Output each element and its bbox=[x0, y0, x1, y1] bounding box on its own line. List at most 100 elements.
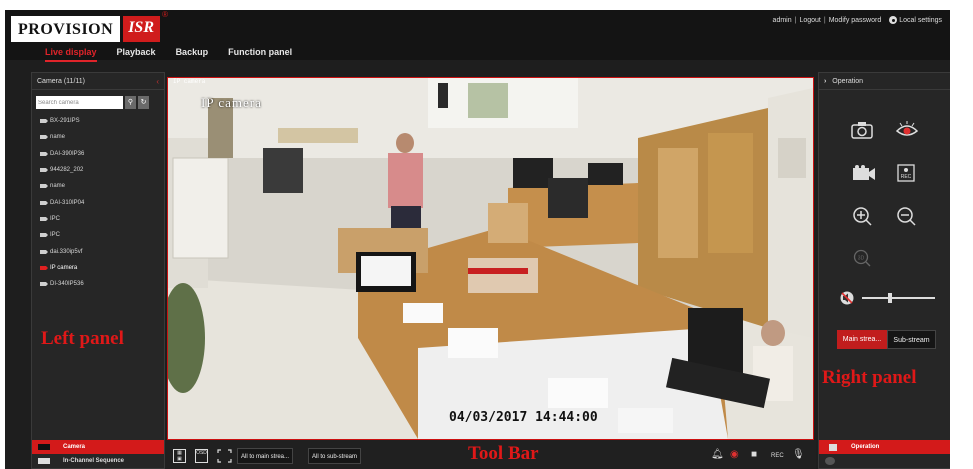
operation-panel-header: › Operation bbox=[819, 73, 950, 90]
mute-speaker-icon[interactable] bbox=[840, 291, 854, 305]
nav-playback[interactable]: Playback bbox=[117, 47, 156, 62]
record-icon[interactable]: REC bbox=[897, 164, 915, 182]
bell-icon[interactable]: 🔔︎ bbox=[711, 449, 724, 460]
osd-icon-label: OSD bbox=[196, 450, 207, 456]
logo-isr-text: ISR bbox=[123, 16, 160, 42]
camera-name: IPC bbox=[50, 215, 61, 222]
camera-list-item[interactable]: DAI-310IP04 bbox=[40, 194, 160, 210]
right-panel: › Operation REC 3D Main strea... Sub-str… bbox=[818, 72, 950, 469]
preset-icon[interactable] bbox=[825, 457, 835, 465]
live-video-view[interactable]: IP camera IP camera 04/03/2017 14:44:00 bbox=[167, 77, 814, 440]
camera-search-input[interactable] bbox=[36, 96, 123, 109]
camera-list: BX-291IPS name DAI-390IP36 944282_202 name DA… bbox=[40, 113, 160, 292]
fullscreen-icon[interactable] bbox=[217, 449, 232, 463]
nav-live-display[interactable]: Live display bbox=[45, 47, 97, 62]
camera-list-item[interactable]: IP camera bbox=[40, 260, 160, 276]
svg-text:3D: 3D bbox=[858, 256, 865, 262]
video-camera-icon[interactable] bbox=[852, 165, 876, 181]
camera-panel-title: Camera (11/11) bbox=[37, 78, 85, 85]
brand-logo: PROVISION ISR ® bbox=[11, 10, 168, 42]
camera-list-item[interactable]: IPC bbox=[40, 227, 160, 243]
osd-channel-name-small: IP camera bbox=[173, 78, 206, 85]
separator: | bbox=[794, 16, 797, 24]
camera-list-item[interactable]: 944282_202 bbox=[40, 162, 160, 178]
camera-name: IPC bbox=[50, 232, 61, 239]
osd-toggle-icon[interactable]: OSD bbox=[195, 449, 208, 463]
camera-list-item[interactable]: dai.330ip5vf bbox=[40, 243, 160, 259]
camera-icon bbox=[40, 282, 48, 287]
camera-panel-header: Camera (11/11) ‹ bbox=[32, 73, 164, 90]
collapse-icon[interactable]: ‹ bbox=[156, 73, 159, 90]
camera-icon bbox=[40, 135, 48, 140]
modify-password-link[interactable]: Modify password bbox=[829, 17, 882, 24]
local-settings-link[interactable]: Local settings bbox=[899, 17, 942, 24]
separator: | bbox=[823, 16, 826, 24]
all-to-sub-stream-button[interactable]: All to sub-stream bbox=[308, 448, 362, 464]
microphone-icon[interactable]: 🎙︎ bbox=[792, 449, 805, 460]
main-stream-button[interactable]: Main strea... bbox=[837, 330, 887, 349]
operation-icon bbox=[829, 443, 837, 451]
sequence-icon bbox=[38, 458, 50, 464]
osd-channel-name: IP camera bbox=[201, 95, 262, 110]
camera-list-item[interactable]: BX-291IPS bbox=[40, 113, 160, 129]
refresh-icon[interactable]: ↻ bbox=[138, 96, 149, 109]
user-links: admin | Logout | Modify password Local s… bbox=[773, 16, 942, 24]
nav-backup[interactable]: Backup bbox=[176, 47, 209, 62]
chevron-right-icon[interactable]: › bbox=[824, 78, 826, 85]
camera-icon bbox=[40, 151, 48, 156]
operation-panel-title: Operation bbox=[832, 78, 864, 85]
camera-list-item[interactable]: name bbox=[40, 178, 160, 194]
svg-text:REC: REC bbox=[901, 174, 912, 180]
logout-link[interactable]: Logout bbox=[799, 17, 820, 24]
camera-name: name bbox=[50, 183, 66, 190]
separator bbox=[884, 17, 886, 24]
left-panel-annotation: Left panel bbox=[41, 328, 124, 349]
gear-icon bbox=[889, 16, 898, 24]
camera-list-item[interactable]: DI-340IP536 bbox=[40, 276, 160, 292]
camera-list-item[interactable]: IPC bbox=[40, 211, 160, 227]
zoom-out-icon[interactable] bbox=[896, 206, 916, 226]
header-bar: PROVISION ISR ® Live display Playback Ba… bbox=[5, 10, 950, 62]
tab-camera[interactable]: Camera bbox=[32, 440, 164, 454]
layout-grid-icon[interactable]: ▦ ▣ bbox=[173, 449, 186, 463]
tab-operation[interactable]: Operation bbox=[819, 440, 950, 454]
eye-alert-icon[interactable] bbox=[895, 121, 919, 139]
app-window: PROVISION ISR ® Live display Playback Ba… bbox=[5, 10, 950, 469]
toolbar-annotation: Tool Bar bbox=[468, 443, 539, 464]
camera-name: 944282_202 bbox=[50, 167, 84, 174]
camera-icon bbox=[40, 119, 48, 124]
all-to-main-stream-button[interactable]: All to main strea... bbox=[237, 448, 294, 464]
search-icon[interactable]: ⚲ bbox=[125, 96, 136, 109]
camera-icon bbox=[40, 249, 48, 254]
camera-name: DI-340IP536 bbox=[50, 281, 84, 288]
camera-icon bbox=[40, 200, 48, 205]
current-user: admin bbox=[772, 16, 792, 24]
snapshot-icon[interactable] bbox=[851, 121, 873, 139]
camera-icon bbox=[40, 184, 48, 189]
volume-slider-thumb[interactable] bbox=[887, 293, 892, 303]
main-nav: Live display Playback Backup Function pa… bbox=[45, 47, 312, 62]
camera-list-item[interactable]: DAI-390IP36 bbox=[40, 146, 160, 162]
tab-camera-label: Camera bbox=[63, 444, 86, 450]
camera-name: IP camera bbox=[50, 264, 78, 271]
tab-in-channel-sequence[interactable]: In-Channel Sequence bbox=[32, 454, 164, 468]
video-camera-icon[interactable]: ■ bbox=[751, 449, 757, 460]
eye-icon[interactable]: ◉ bbox=[730, 449, 739, 460]
tab-operation-label: Operation bbox=[851, 444, 880, 450]
camera-name: DAI-310IP04 bbox=[50, 199, 85, 206]
camera-search-row: ⚲ ↻ bbox=[36, 96, 149, 109]
sub-stream-button[interactable]: Sub-stream bbox=[887, 330, 936, 349]
camera-icon bbox=[38, 444, 50, 450]
camera-feed-image bbox=[168, 78, 813, 439]
camera-name: name bbox=[50, 134, 66, 141]
tab-sequence-label: In-Channel Sequence bbox=[63, 458, 125, 464]
camera-icon bbox=[40, 216, 48, 221]
zoom-in-icon[interactable] bbox=[852, 206, 872, 226]
volume-slider-track[interactable] bbox=[862, 297, 935, 299]
camera-name: DAI-390IP36 bbox=[50, 150, 85, 157]
3d-zoom-icon: 3D bbox=[853, 249, 871, 267]
nav-function-panel[interactable]: Function panel bbox=[228, 47, 292, 62]
camera-list-item[interactable]: name bbox=[40, 129, 160, 145]
logo-brand-text: PROVISION bbox=[11, 16, 121, 42]
record-icon[interactable]: REC bbox=[771, 453, 784, 459]
